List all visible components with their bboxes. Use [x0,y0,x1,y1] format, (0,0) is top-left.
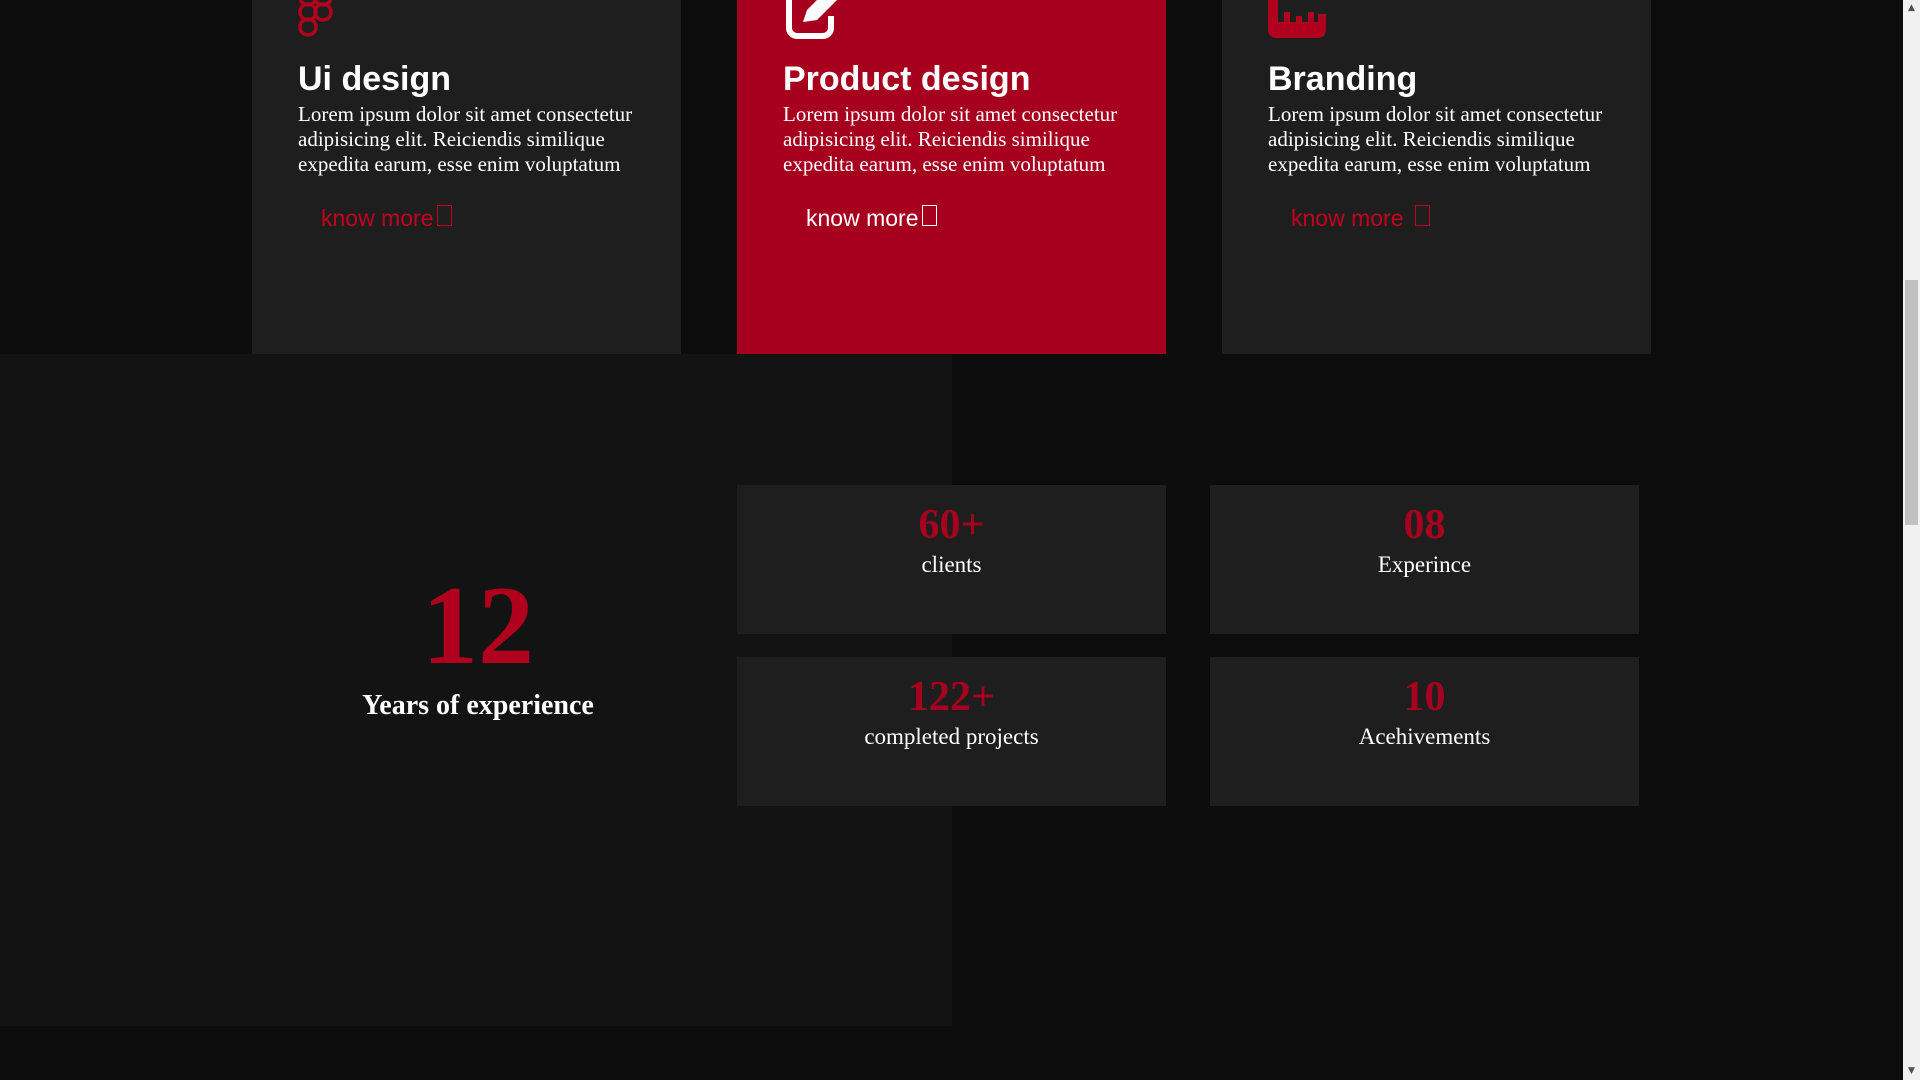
know-more-label: know more [806,205,919,231]
know-more-link[interactable]: know more [806,205,938,232]
know-more-label: know more [321,205,434,231]
service-title: Branding [1268,60,1418,98]
scrollbar-thumb[interactable] [1905,280,1918,525]
stat-label: completed projects [864,724,1039,749]
stat-label: Experince [1377,552,1472,577]
service-card-ui-design: Ui design Lorem ipsum dolor sit amet con… [252,0,681,354]
stat-card-achievements: 10 Acehivements [1210,657,1639,806]
ruler-icon [1268,0,1328,40]
service-description: Lorem ipsum dolor sit amet consectetur a… [298,102,633,176]
stat-card-projects: 122+ completed projects [737,657,1166,806]
stat-number: 10 [1403,674,1446,720]
know-more-link[interactable]: know more [321,205,453,232]
years-number: 12 [422,564,534,688]
know-more-link[interactable]: know more [1291,205,1431,232]
stat-card-experience: 08 Experince [1210,485,1639,634]
service-description: Lorem ipsum dolor sit amet consectetur a… [1268,102,1603,176]
arrow-placeholder-icon [922,205,938,226]
stat-number: 60+ [918,502,985,548]
stat-label: clients [921,552,982,577]
vertical-scrollbar[interactable]: ▲ ▼ [1903,0,1920,1080]
stat-label: Acehivements [1358,724,1491,749]
years-label: Years of experience [362,690,594,721]
scroll-up-icon[interactable]: ▲ [1903,0,1920,17]
years-of-experience: 12 Years of experience [252,570,704,722]
service-card-product-design: Product design Lorem ipsum dolor sit ame… [737,0,1166,354]
service-title: Ui design [298,60,452,98]
stat-number: 08 [1403,502,1446,548]
figma-icon [298,0,358,40]
edit-icon [783,0,843,40]
page: Ui design Lorem ipsum dolor sit amet con… [0,0,1920,1080]
know-more-label: know more [1291,205,1404,231]
service-title: Product design [783,60,1031,98]
arrow-placeholder-icon [437,205,453,226]
scroll-down-icon[interactable]: ▼ [1903,1063,1920,1080]
service-description: Lorem ipsum dolor sit amet consectetur a… [783,102,1118,176]
service-card-branding: Branding Lorem ipsum dolor sit amet cons… [1222,0,1651,354]
arrow-placeholder-icon [1415,205,1431,226]
stat-number: 122+ [908,674,995,720]
stat-card-clients: 60+ clients [737,485,1166,634]
